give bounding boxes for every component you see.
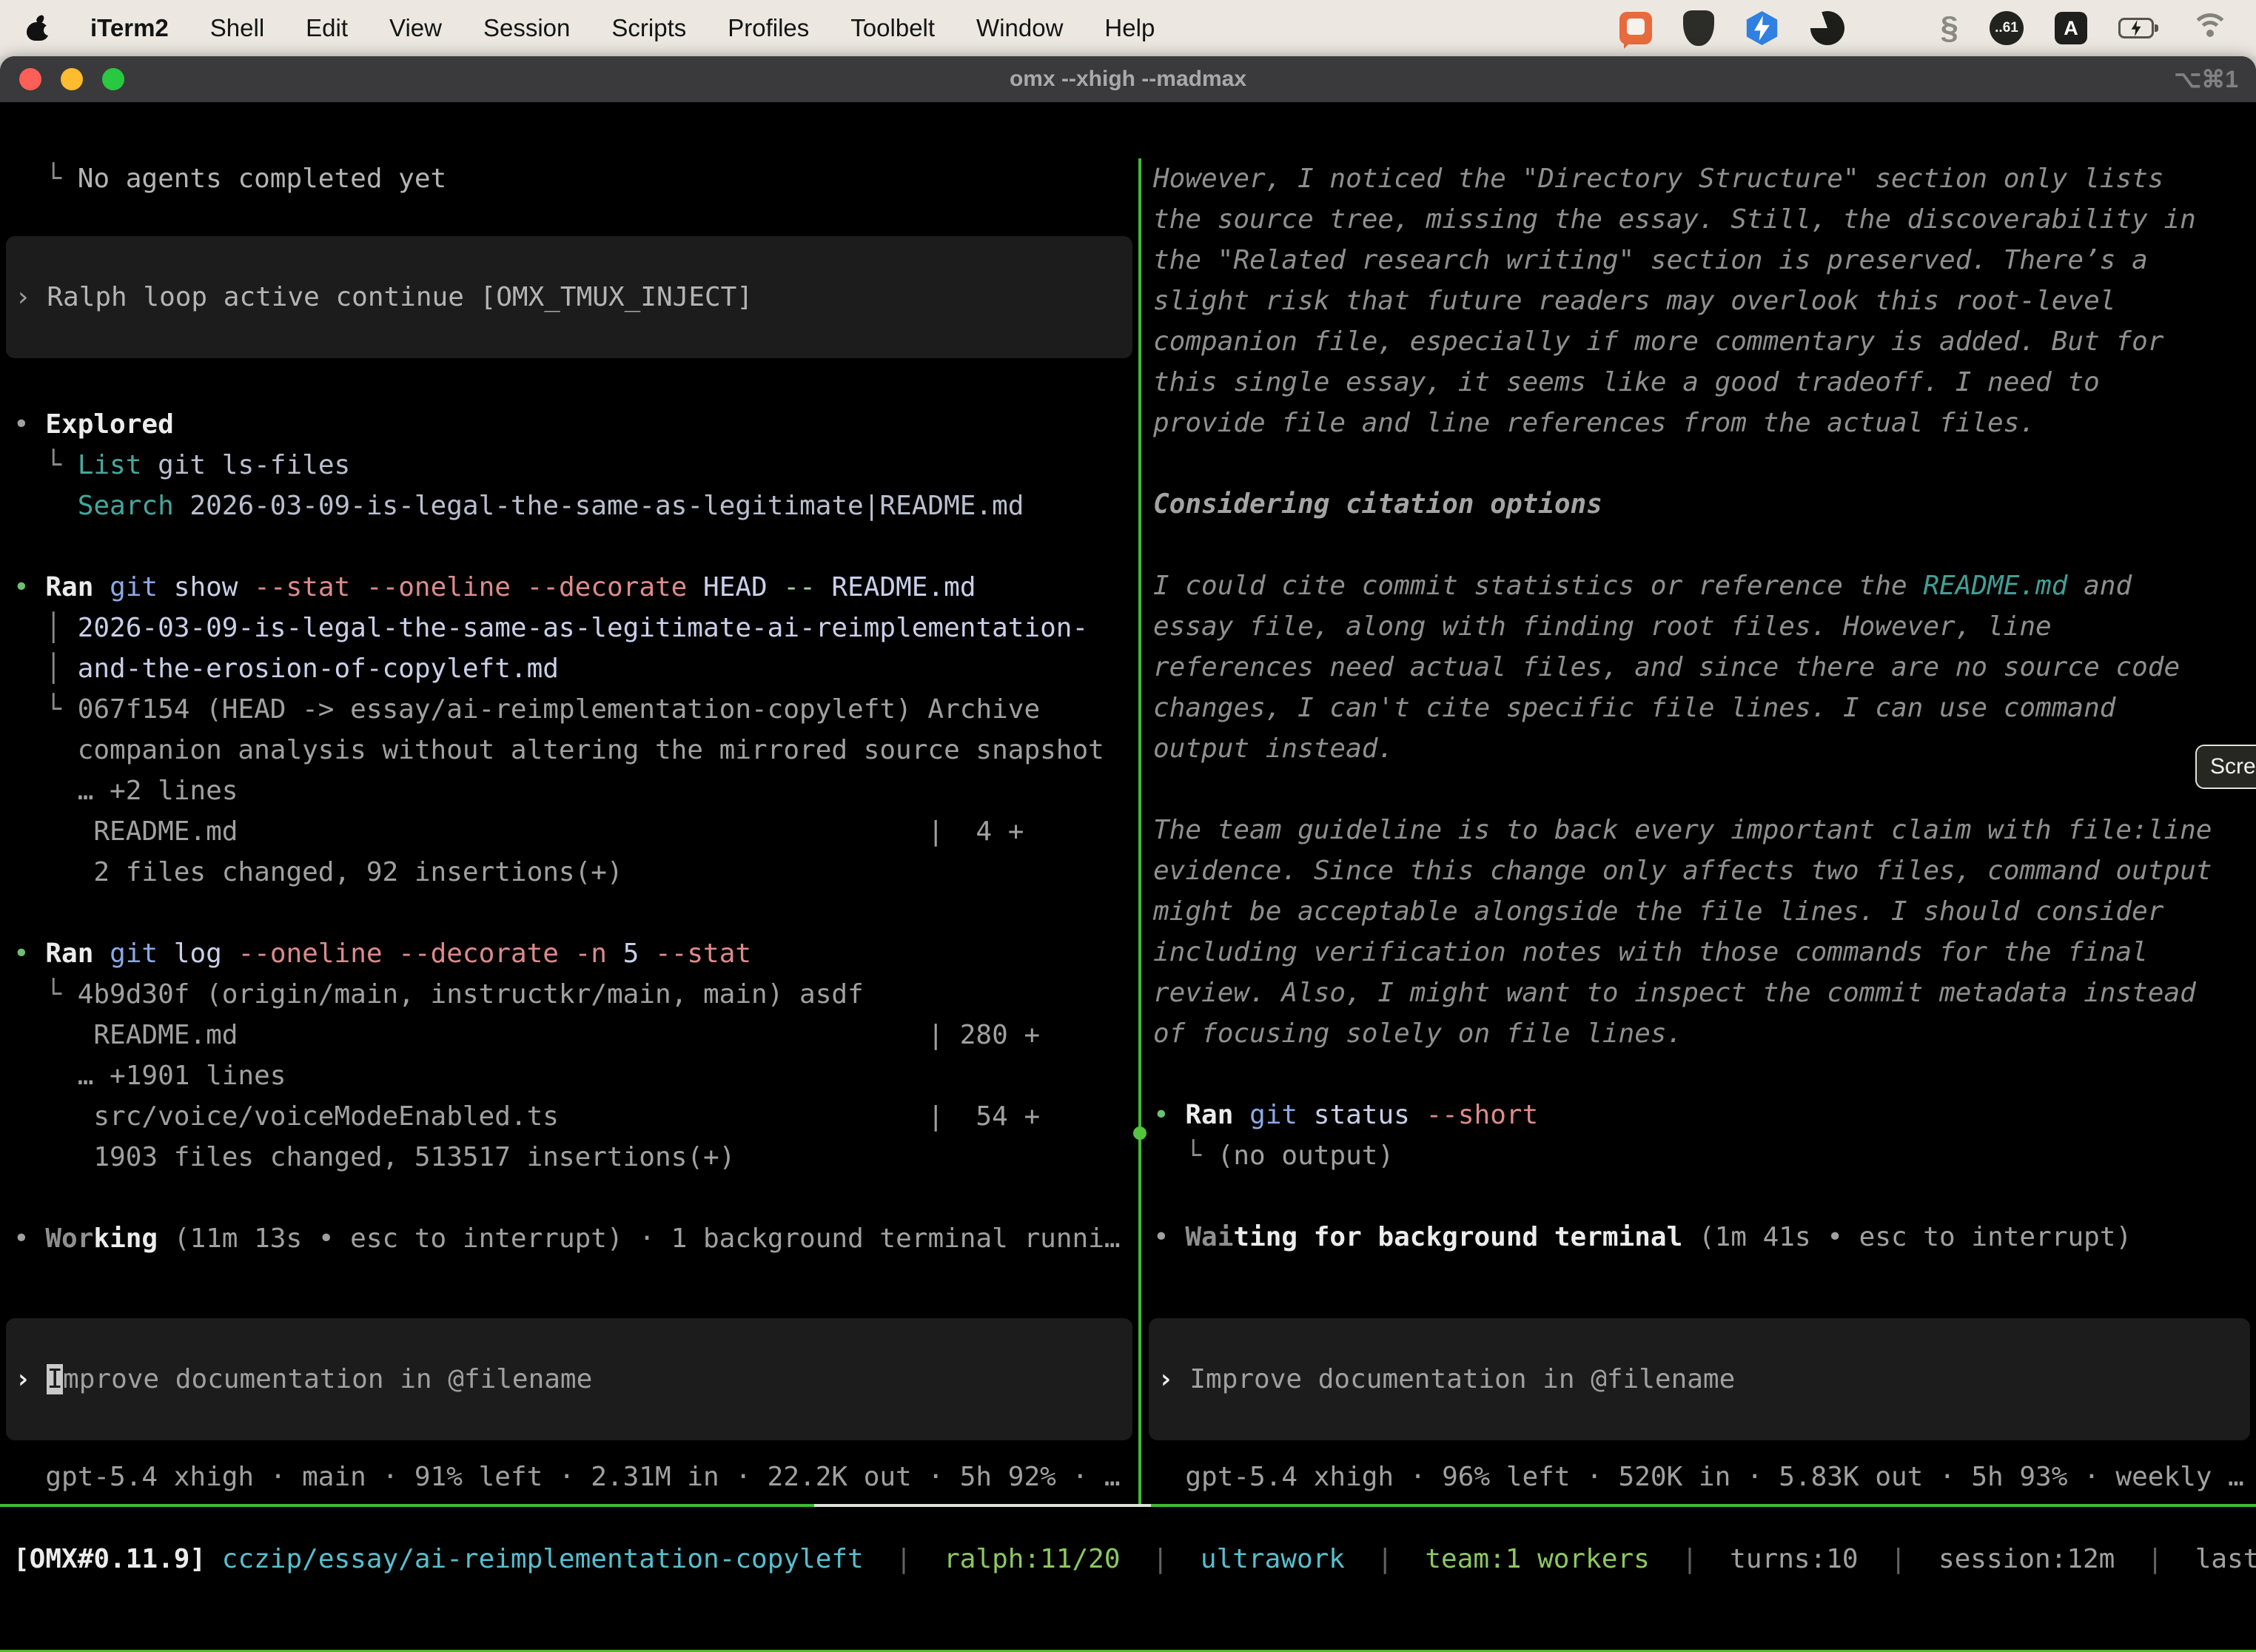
terminal-line: output instead. [1153, 728, 2256, 769]
iterm2-window: omx --xhigh --madmax ⌥⌘1 └ No agents com… [0, 56, 2256, 1652]
window-title-bar[interactable]: omx --xhigh --madmax ⌥⌘1 [0, 56, 2256, 102]
menu-item-shell[interactable]: Shell [210, 14, 264, 42]
terminal-line [13, 893, 1138, 933]
badge-61-icon[interactable]: ..61 [1990, 11, 2024, 45]
terminal-line: Search 2026-03-09-is-legal-the-same-as-l… [13, 486, 1138, 526]
hexagon-bolt-icon[interactable] [1745, 11, 1779, 45]
terminal-line: • Ran git log --oneline --decorate -n 5 … [13, 933, 1138, 974]
terminal-line [13, 526, 1138, 567]
terminal-line: the "Related research writing" section i… [1153, 240, 2256, 281]
terminal-content: └ No agents completed yet › Ralph loop ac… [0, 158, 2256, 1652]
maximize-button[interactable] [102, 68, 124, 90]
apple-logo-icon[interactable] [27, 15, 49, 41]
terminal-line: • Explored [13, 404, 1138, 445]
menu-item-view[interactable]: View [389, 14, 442, 42]
menu-bar-left: iTerm2 Shell Edit View Session Scripts Profile… [27, 14, 1155, 42]
menu-item-iterm2[interactable]: iTerm2 [90, 14, 169, 42]
menu-item-edit[interactable]: Edit [306, 14, 348, 42]
terminal-line: I could cite commit statistics or refere… [1153, 565, 2256, 606]
macos-menu-bar: iTerm2 Shell Edit View Session Scripts Profile… [0, 0, 2256, 56]
menu-item-window[interactable]: Window [976, 14, 1063, 42]
terminal-line: the source tree, missing the essay. Stil… [1153, 199, 2256, 240]
terminal-line: README.md | 4 + [13, 811, 1138, 852]
terminal-line: evidence. Since this change only affects… [1153, 850, 2256, 891]
omx-status-line: [OMX#0.11.9] cczip/essay/ai-reimplementa… [13, 1539, 2256, 1579]
menu-item-profiles[interactable]: Profiles [728, 14, 809, 42]
terminal-line: The team guideline is to back every impo… [1153, 810, 2256, 850]
terminal-line: of focusing solely on file lines. [1153, 1013, 2256, 1054]
terminal-line: slight risk that future readers may over… [1153, 281, 2256, 321]
terminal-line [1153, 443, 2256, 484]
terminal-line: might be acceptable alongside the file l… [1153, 891, 2256, 932]
window-shortcut-badge: ⌥⌘1 [2174, 65, 2238, 93]
terminal-line [13, 1178, 1138, 1218]
terminal-line: │ and-the-erosion-of-copyleft.md [13, 648, 1138, 689]
menu-item-session[interactable]: Session [483, 14, 570, 42]
terminal-line: gpt-5.4 xhigh · 96% left · 520K in · 5.8… [1153, 1457, 2256, 1497]
tooltip-text: Scre [2210, 754, 2256, 779]
prompt-input-box[interactable]: › Improve documentation in @filename [6, 1318, 1132, 1440]
terminal-line: Considering citation options [1153, 484, 2256, 525]
terminal-line: including verification notes with those … [1153, 932, 2256, 973]
menu-bar-status-icons: § ..61 A [1619, 10, 2229, 46]
terminal-line: │ 2026-03-09-is-legal-the-same-as-legiti… [13, 608, 1138, 648]
terminal-line: references need actual files, and since … [1153, 647, 2256, 688]
terminal-line: 1903 files changed, 513517 insertions(+) [13, 1137, 1138, 1178]
terminal-line: • Ran git show --stat --oneline --decora… [13, 567, 1138, 608]
screen-tooltip: Scre [2195, 745, 2256, 789]
terminal-line: companion analysis without altering the … [13, 730, 1138, 770]
terminal-line: changes, I can't cite specific file line… [1153, 688, 2256, 728]
terminal-line: companion file, especially if more comme… [1153, 321, 2256, 362]
pie-circle-icon[interactable] [1810, 11, 1844, 45]
wifi-icon[interactable] [2191, 13, 2229, 43]
chat-app-icon[interactable] [1619, 12, 1652, 44]
prompt-input-box[interactable]: › Improve documentation in @filename [1149, 1318, 2250, 1440]
terminal-line [1153, 1176, 2256, 1217]
squiggle-icon[interactable]: § [1941, 12, 1958, 44]
terminal-line: • Waiting for background terminal (1m 41… [1153, 1217, 2256, 1258]
window-title: omx --xhigh --madmax [0, 67, 2256, 92]
terminal-line: … +1901 lines [13, 1055, 1138, 1096]
terminal-line: › Ralph loop active continue [OMX_TMUX_I… [15, 277, 753, 318]
terminal-line [1153, 525, 2256, 565]
menu-item-help[interactable]: Help [1104, 14, 1155, 42]
terminal-line: └ 4b9d30f (origin/main, instructkr/main,… [13, 974, 1138, 1015]
pane-bottom-divider-highlight [814, 1504, 1151, 1507]
terminal-line: README.md | 280 + [13, 1015, 1138, 1055]
terminal-line [1153, 769, 2256, 810]
close-button[interactable] [19, 68, 41, 90]
battery-icon[interactable] [2118, 18, 2160, 38]
terminal-line: … +2 lines [13, 770, 1138, 811]
prompt-input-box[interactable]: › Ralph loop active continue [OMX_TMUX_I… [6, 236, 1132, 358]
dots-grid-icon[interactable] [1876, 11, 1910, 45]
terminal-pane-left[interactable]: └ No agents completed yet › Ralph loop ac… [0, 158, 1138, 1505]
minimize-button[interactable] [61, 68, 83, 90]
menu-item-toolbelt[interactable]: Toolbelt [850, 14, 935, 42]
terminal-line: └ List git ls-files [13, 445, 1138, 486]
menu-items: iTerm2 Shell Edit View Session Scripts Profile… [90, 14, 1155, 42]
terminal-line: this single essay, it seems like a good … [1153, 362, 2256, 403]
terminal-line: provide file and line references from th… [1153, 403, 2256, 443]
terminal-line: • Ran git status --short [1153, 1095, 2256, 1135]
terminal-line: └ (no output) [1153, 1135, 2256, 1176]
terminal-line: └ No agents completed yet [13, 158, 1138, 199]
terminal-line: └ 067f154 (HEAD -> essay/ai-reimplementa… [13, 689, 1138, 730]
pane-divider[interactable] [1138, 158, 1141, 1505]
terminal-line: › Improve documentation in @filename [15, 1359, 592, 1400]
terminal-line: 2 files changed, 92 insertions(+) [13, 852, 1138, 893]
menu-item-scripts[interactable]: Scripts [611, 14, 686, 42]
terminal-line: review. Also, I might want to inspect th… [1153, 973, 2256, 1013]
terminal-line: src/voice/voiceModeEnabled.ts | 54 + [13, 1096, 1138, 1137]
terminal-line [1153, 1054, 2256, 1095]
terminal-line: [OMX#0.11.9] cczip/essay/ai-reimplementa… [13, 1539, 2256, 1579]
traffic-lights [19, 68, 124, 90]
terminal-line: • Working (11m 13s • esc to interrupt) ·… [13, 1218, 1138, 1259]
terminal-line: However, I noticed the "Directory Struct… [1153, 158, 2256, 199]
letter-a-icon[interactable]: A [2055, 12, 2087, 44]
shield-grid-icon[interactable] [1683, 10, 1714, 46]
terminal-pane-right[interactable]: However, I noticed the "Directory Struct… [1143, 158, 2256, 1505]
terminal-line: › Improve documentation in @filename [1158, 1359, 1735, 1400]
terminal-line: essay file, along with finding root file… [1153, 606, 2256, 647]
terminal-line: gpt-5.4 xhigh · main · 91% left · 2.31M … [13, 1457, 1138, 1497]
